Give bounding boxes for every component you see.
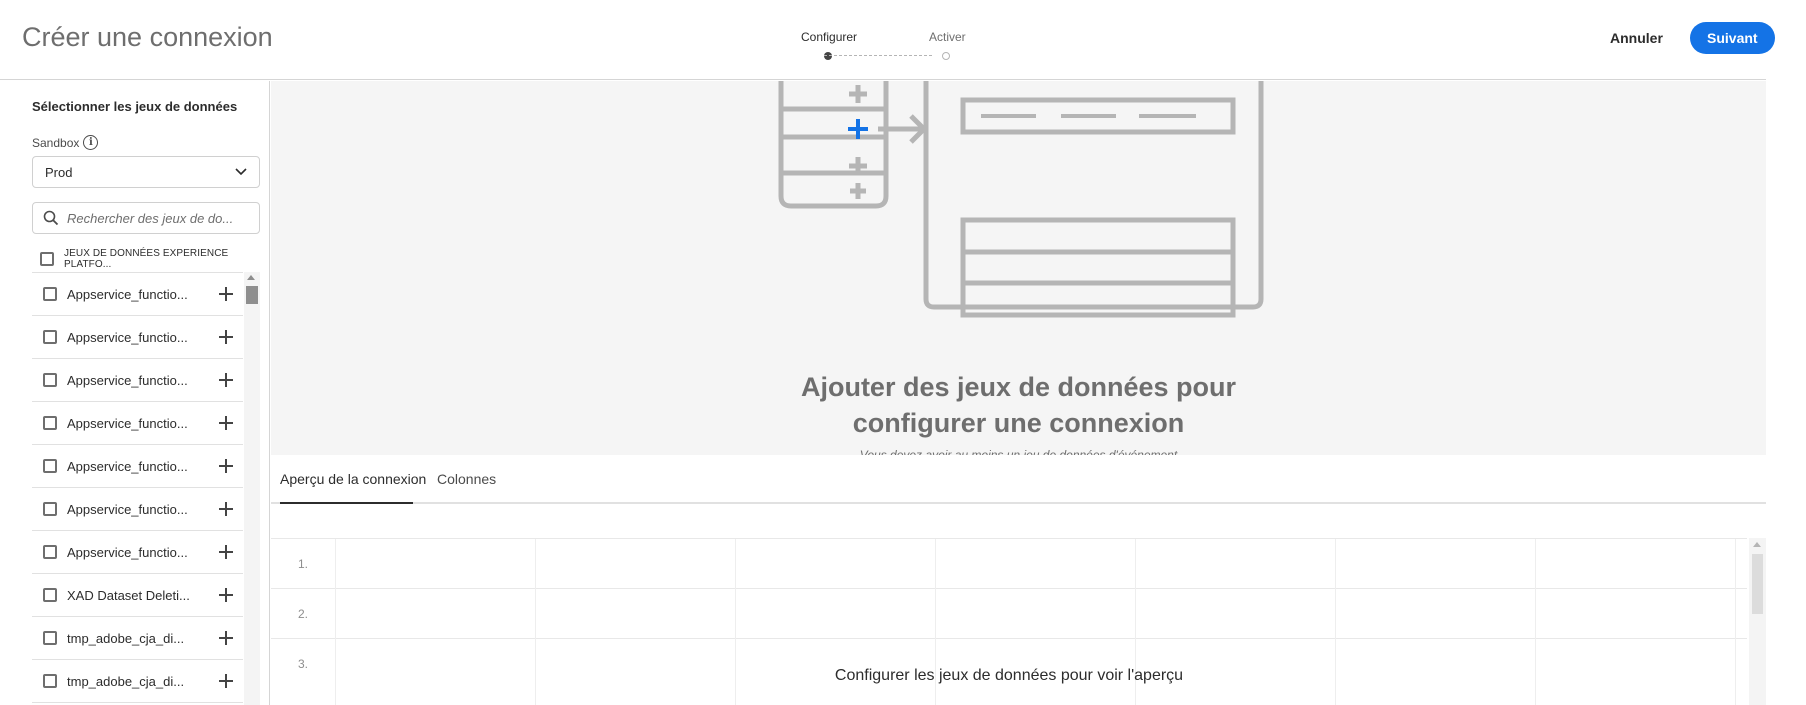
preview-empty-message: Configurer les jeux de données pour voir… xyxy=(834,667,1184,684)
add-icon[interactable] xyxy=(219,373,233,387)
dataset-label: tmp_adobe_cja_di... xyxy=(67,673,185,689)
select-all-checkbox[interactable] xyxy=(40,252,54,266)
search-input[interactable] xyxy=(67,210,247,226)
row-number: 2. xyxy=(297,607,308,621)
list-item: Appservice_functio... xyxy=(32,488,243,531)
dataset-list: Appservice_functio... Appservice_functio… xyxy=(32,272,243,705)
list-item: tmp_adobe_cja_di... xyxy=(32,617,243,660)
dataset-label: XAD Dataset Deleti... xyxy=(67,587,190,603)
add-icon[interactable] xyxy=(219,416,233,430)
dataset-label: Appservice_functio... xyxy=(67,329,188,345)
list-item: Appservice_functio... xyxy=(32,273,243,316)
scroll-up-icon[interactable] xyxy=(247,275,255,280)
dataset-checkbox[interactable] xyxy=(43,588,57,602)
step-configure-label: Configurer xyxy=(801,30,858,44)
list-item: Appservice_functio... xyxy=(32,402,243,445)
row-number: 1. xyxy=(297,557,308,571)
dataset-label: Appservice_functio... xyxy=(67,544,188,560)
list-item: XAD Dataset Deleti... xyxy=(32,574,243,617)
active-tab-indicator xyxy=(280,502,413,504)
info-icon[interactable]: i xyxy=(83,135,99,150)
sandbox-select[interactable]: Prod xyxy=(32,156,260,188)
dataset-checkbox[interactable] xyxy=(43,330,57,344)
sandbox-label-row: Sandbox i xyxy=(32,135,99,150)
dataset-sidebar: Sélectionner les jeux de données Sandbox… xyxy=(0,81,270,705)
page-title: Créer une connexion xyxy=(22,22,273,52)
dataset-search xyxy=(32,202,260,234)
header: Créer une connexion Configurer Activer A… xyxy=(0,0,1775,80)
add-icon[interactable] xyxy=(219,502,233,516)
table-row: 1. xyxy=(271,539,1747,589)
dataset-checkbox[interactable] xyxy=(43,416,57,430)
dataset-checkbox[interactable] xyxy=(43,287,57,301)
table-row: 2. xyxy=(271,589,1747,639)
step-activate-dot xyxy=(942,52,950,60)
next-button[interactable]: Suivant xyxy=(1690,22,1775,54)
add-icon[interactable] xyxy=(219,631,233,645)
list-item: Appservice_functio... xyxy=(32,531,243,574)
dataset-label: Appservice_functio... xyxy=(67,286,188,302)
sidebar-scrollbar[interactable] xyxy=(244,272,260,705)
dataset-label: Appservice_functio... xyxy=(67,372,188,388)
preview-tabs: Aperçu de la connexion Colonnes xyxy=(271,455,1766,504)
preview-panel: Aperçu de la connexion Colonnes 1. 2. 3.… xyxy=(271,455,1766,705)
dataset-checkbox[interactable] xyxy=(43,631,57,645)
step-connector xyxy=(824,55,932,56)
select-all-label: JEUX DE DONNÉES EXPERIENCE PLATFO... xyxy=(64,248,229,270)
dataset-checkbox[interactable] xyxy=(43,674,57,688)
step-configure-dot xyxy=(824,52,832,60)
scroll-thumb[interactable] xyxy=(1752,554,1763,614)
add-icon[interactable] xyxy=(219,287,233,301)
dataset-label: Appservice_functio... xyxy=(67,415,188,431)
list-item: Appservice_functio... xyxy=(32,445,243,488)
dataset-label: Appservice_functio... xyxy=(67,458,188,474)
empty-title-line-1: Ajouter des jeux de données pour xyxy=(800,372,1237,402)
add-icon[interactable] xyxy=(219,674,233,688)
empty-title-line-2: configurer une connexion xyxy=(852,408,1185,438)
tab-connection-preview[interactable]: Aperçu de la connexion xyxy=(280,471,426,487)
dataset-label: tmp_adobe_cja_di... xyxy=(67,630,185,646)
list-item: Appservice_functio... xyxy=(32,359,243,402)
dataset-checkbox[interactable] xyxy=(43,459,57,473)
select-all-row: JEUX DE DONNÉES EXPERIENCE PLATFO... xyxy=(40,248,269,270)
scroll-thumb[interactable] xyxy=(246,286,258,304)
step-activate-label: Activer xyxy=(929,30,966,44)
empty-state-title: Ajouter des jeux de données pour configu… xyxy=(271,369,1766,441)
dataset-checkbox[interactable] xyxy=(43,545,57,559)
dataset-checkbox[interactable] xyxy=(43,502,57,516)
sandbox-label: Sandbox xyxy=(32,135,80,150)
add-icon[interactable] xyxy=(219,459,233,473)
search-icon xyxy=(43,210,59,226)
dataset-label: Appservice_functio... xyxy=(67,501,188,517)
tab-columns[interactable]: Colonnes xyxy=(437,471,496,487)
add-icon[interactable] xyxy=(219,330,233,344)
chevron-down-icon xyxy=(235,168,247,176)
preview-scrollbar[interactable] xyxy=(1749,538,1766,705)
scroll-up-icon[interactable] xyxy=(1753,542,1761,547)
sandbox-select-value: Prod xyxy=(45,164,73,180)
add-icon[interactable] xyxy=(219,588,233,602)
stepper: Configurer Activer xyxy=(790,30,990,70)
sidebar-title: Sélectionner les jeux de données xyxy=(32,99,238,114)
connection-canvas: Ajouter des jeux de données pour configu… xyxy=(271,81,1766,468)
list-item: Appservice_functio... xyxy=(32,316,243,359)
datasets-illustration xyxy=(778,81,1264,318)
dataset-checkbox[interactable] xyxy=(43,373,57,387)
app-window: Créer une connexion Configurer Activer A… xyxy=(0,0,1806,705)
list-item: tmp_adobe_cja_di... xyxy=(32,660,243,703)
add-icon[interactable] xyxy=(219,545,233,559)
cancel-button[interactable]: Annuler xyxy=(1596,22,1677,54)
